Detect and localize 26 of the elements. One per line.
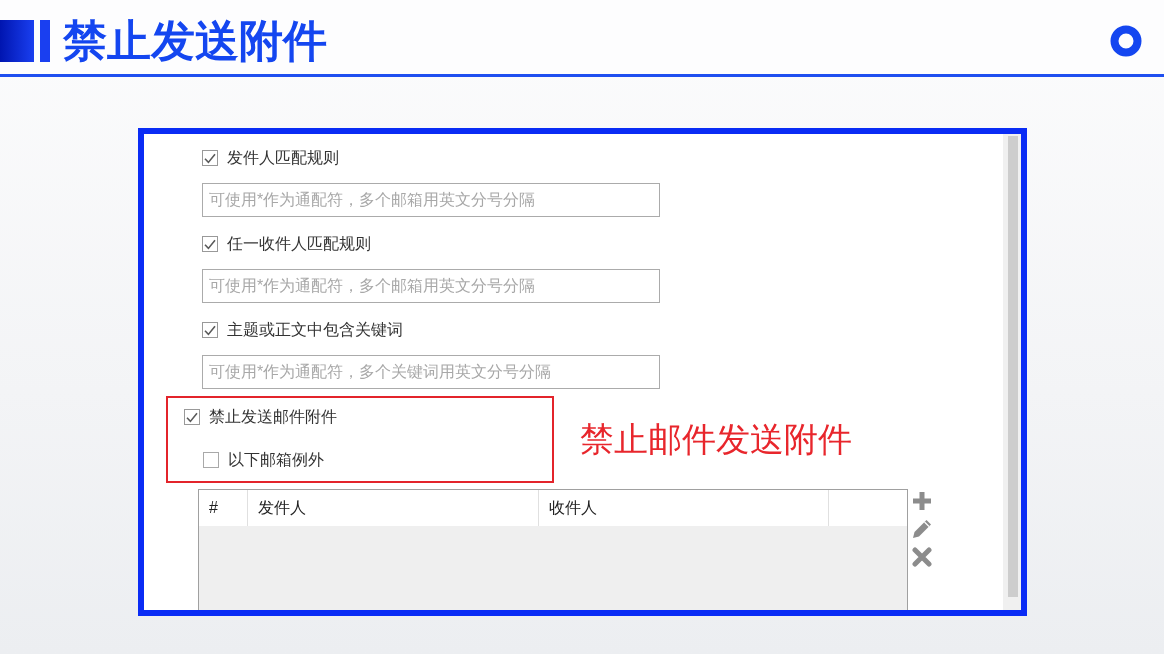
input-field[interactable]: 可使用*作为通配符，多个邮箱用英文分号分隔: [202, 269, 660, 303]
add-icon: [912, 491, 932, 511]
callout-text: 禁止邮件发送附件: [580, 420, 852, 459]
pencil-icon: [912, 519, 932, 539]
checkmark-icon: [204, 152, 216, 164]
checkmark-icon: [204, 238, 216, 250]
checkbox-label: 禁止发送邮件附件: [209, 407, 337, 427]
page-title: 禁止发送附件: [63, 19, 327, 63]
checkbox-label: 任一收件人匹配规则: [227, 234, 371, 254]
checkmark-icon: [204, 324, 216, 336]
checkbox[interactable]: [202, 236, 218, 252]
input-field[interactable]: 可使用*作为通配符，多个邮箱用英文分号分隔: [202, 183, 660, 217]
checkmark-icon: [186, 411, 198, 423]
checkbox[interactable]: [202, 322, 218, 338]
input-field[interactable]: 可使用*作为通配符，多个关键词用英文分号分隔: [202, 355, 660, 389]
scrollbar-thumb[interactable]: [1008, 136, 1018, 597]
checkbox-label: 发件人匹配规则: [227, 148, 339, 168]
checkbox[interactable]: [184, 409, 200, 425]
checkbox[interactable]: [203, 452, 219, 468]
bars-icon: [0, 20, 50, 62]
checkbox-label: 主题或正文中包含关键词: [227, 320, 403, 340]
checkbox-label: 以下邮箱例外: [228, 450, 324, 470]
scrollbar[interactable]: [1003, 134, 1021, 610]
delete-icon: [912, 547, 932, 567]
checkbox[interactable]: [202, 150, 218, 166]
ring-icon: [1110, 25, 1142, 57]
